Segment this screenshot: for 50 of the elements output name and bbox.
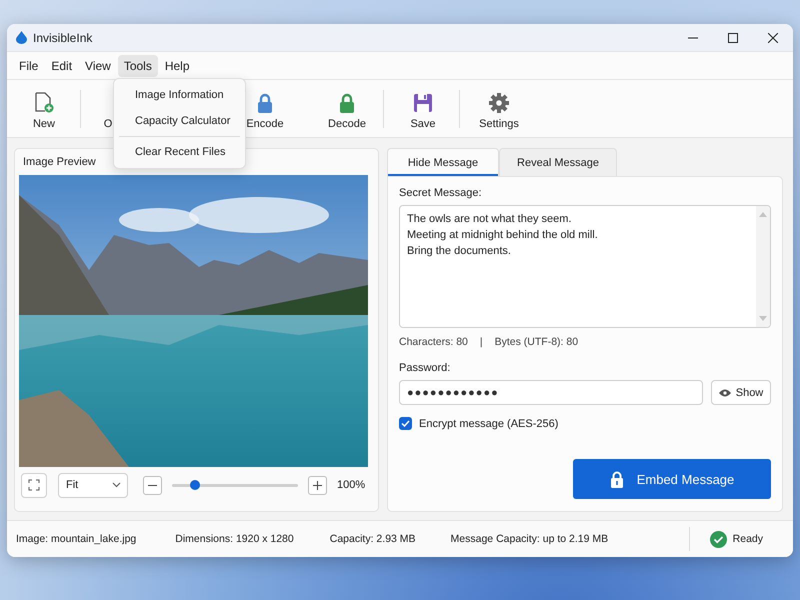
plus-icon [313, 480, 322, 490]
lock-icon [256, 92, 274, 112]
status-text: Ready [732, 533, 763, 545]
status-text: Message Capacity: up to 2.19 MB [450, 533, 608, 545]
close-icon [768, 32, 778, 42]
menu-entry[interactable]: Clear Recent Files [114, 139, 245, 165]
toolbar-button[interactable]: New [9, 84, 79, 134]
status-text: Image: mountain_lake.jpg [16, 533, 136, 545]
panel-title: Image Preview [23, 155, 96, 170]
expand-button[interactable] [21, 472, 47, 498]
byte-count: Bytes (UTF-8): 80 [494, 336, 578, 348]
status-text: Dimensions: 1920 x 1280 [175, 533, 294, 545]
checkmark-icon [401, 420, 410, 427]
fit-dropdown[interactable]: Fit [58, 472, 128, 498]
character-count: Characters: 80 [399, 336, 468, 348]
tab[interactable]: Reveal Message [499, 148, 617, 176]
lock-icon [338, 92, 356, 112]
check-circle-icon [710, 530, 727, 548]
count-divider: | [480, 336, 483, 348]
menu-item[interactable]: Tools [118, 54, 158, 76]
zoom-in-button[interactable] [308, 476, 327, 494]
toolbar-button[interactable]: Save [388, 84, 458, 134]
encrypt-checkbox[interactable] [399, 417, 412, 430]
ink-drop-icon [16, 31, 27, 44]
tab[interactable]: Hide Message [387, 148, 499, 176]
maximize-icon [728, 32, 738, 42]
new-document-icon [34, 92, 54, 112]
toolbar-button[interactable]: Settings [464, 84, 534, 134]
field-label: Password: [399, 362, 452, 374]
password-field[interactable]: ●●●●●●●●●●●● [399, 380, 703, 405]
chevron-down-icon [112, 482, 121, 488]
menu-item[interactable]: File [13, 54, 44, 76]
slider-thumb[interactable] [190, 480, 200, 490]
message-field[interactable]: The owls are not what they seem. Meeting at midnight behind the old mill. Bring the documents. [399, 205, 771, 328]
embed-button[interactable]: Embed Message [573, 459, 771, 499]
menu-item[interactable]: View [79, 54, 117, 76]
zoom-reading: 100% [337, 479, 366, 491]
toolbar-button[interactable]: Decode [312, 84, 382, 134]
field-label: Secret Message: [399, 187, 483, 199]
eye-icon [718, 388, 731, 396]
expand-icon [28, 479, 40, 491]
checkbox-label: Encrypt message (AES-256) [419, 418, 558, 430]
zoom-out-button[interactable] [143, 476, 162, 494]
show-button[interactable]: Show [711, 380, 771, 405]
lock-icon [610, 470, 624, 488]
window-title: InvisibleInk [33, 30, 94, 44]
menu-item[interactable]: Help [158, 54, 196, 76]
status-text: Capacity: 2.93 MB [330, 533, 416, 545]
settings-icon [489, 92, 509, 112]
menu-item[interactable]: Edit [45, 54, 78, 76]
